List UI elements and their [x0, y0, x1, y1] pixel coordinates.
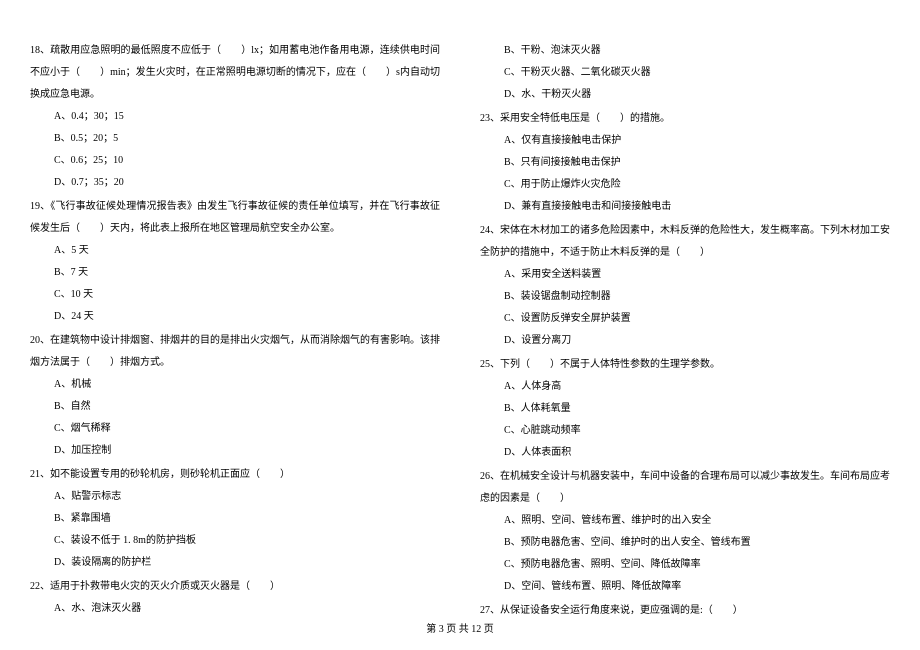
option-23-b: B、只有间接接触电击保护 [504, 152, 890, 174]
question-22-text: 22、适用于扑救带电火灾的灭火介质或灭火器是（ ） [30, 576, 440, 598]
question-25-text: 25、下列（ ）不属于人体特性参数的生理学参数。 [480, 354, 890, 376]
option-22-c: C、干粉灭火器、二氧化碳灭火器 [504, 62, 890, 84]
question-27: 27、从保证设备安全运行角度来说，更应强调的是:（ ） [480, 600, 890, 622]
option-22-d: D、水、干粉灭火器 [504, 84, 890, 106]
option-26-b: B、预防电器危害、空间、维护时的出人安全、管线布置 [504, 532, 890, 554]
option-24-b: B、装设锯盘制动控制器 [504, 286, 890, 308]
option-19-d: D、24 天 [54, 306, 440, 328]
question-23-options: A、仅有直接接触电击保护 B、只有间接接触电击保护 C、用于防止爆炸火灾危险 D… [480, 130, 890, 218]
question-22: 22、适用于扑救带电火灾的灭火介质或灭火器是（ ） A、水、泡沫灭火器 [30, 576, 440, 620]
question-27-text: 27、从保证设备安全运行角度来说，更应强调的是:（ ） [480, 600, 890, 622]
option-19-b: B、7 天 [54, 262, 440, 284]
question-25: 25、下列（ ）不属于人体特性参数的生理学参数。 A、人体身高 B、人体耗氧量 … [480, 354, 890, 464]
question-19-options: A、5 天 B、7 天 C、10 天 D、24 天 [30, 240, 440, 328]
option-25-c: C、心脏跳动频率 [504, 420, 890, 442]
option-21-b: B、紧靠围墙 [54, 508, 440, 530]
option-23-a: A、仅有直接接触电击保护 [504, 130, 890, 152]
question-24-options: A、采用安全送料装置 B、装设锯盘制动控制器 C、设置防反弹安全屏护装置 D、设… [480, 264, 890, 352]
option-24-c: C、设置防反弹安全屏护装置 [504, 308, 890, 330]
option-20-c: C、烟气稀释 [54, 418, 440, 440]
option-26-d: D、空间、管线布置、照明、降低故障率 [504, 576, 890, 598]
option-25-d: D、人体表面积 [504, 442, 890, 464]
question-24-text: 24、宋体在木材加工的诸多危险因素中，木料反弹的危险性大，发生概率高。下列木材加… [480, 220, 890, 264]
question-25-options: A、人体身高 B、人体耗氧量 C、心脏跳动频率 D、人体表面积 [480, 376, 890, 464]
question-26-options: A、照明、空间、管线布置、维护时的出入安全 B、预防电器危害、空间、维护时的出人… [480, 510, 890, 598]
question-19-text: 19、《飞行事故征候处理情况报告表》由发生飞行事故征候的责任单位填写，并在飞行事… [30, 196, 440, 240]
question-18: 18、疏散用应急照明的最低照度不应低于（ ）lx；如用蓄电池作备用电源，连续供电… [30, 40, 440, 194]
option-21-c: C、装设不低于 1. 8m的防护挡板 [54, 530, 440, 552]
left-column: 18、疏散用应急照明的最低照度不应低于（ ）lx；如用蓄电池作备用电源，连续供电… [30, 40, 440, 620]
option-25-b: B、人体耗氧量 [504, 398, 890, 420]
option-21-a: A、贴警示标志 [54, 486, 440, 508]
question-21-text: 21、如不能设置专用的砂轮机房，则砂轮机正面应（ ） [30, 464, 440, 486]
question-22-continued: B、干粉、泡沫灭火器 C、干粉灭火器、二氧化碳灭火器 D、水、干粉灭火器 [480, 40, 890, 106]
question-26: 26、在机械安全设计与机器安装中，车间中设备的合理布局可以减少事故发生。车间布局… [480, 466, 890, 598]
question-18-text: 18、疏散用应急照明的最低照度不应低于（ ）lx；如用蓄电池作备用电源，连续供电… [30, 40, 440, 106]
option-23-c: C、用于防止爆炸火灾危险 [504, 174, 890, 196]
option-19-a: A、5 天 [54, 240, 440, 262]
option-18-a: A、0.4；30；15 [54, 106, 440, 128]
question-20: 20、在建筑物中设计排烟窗、排烟井的目的是排出火灾烟气，从而消除烟气的有害影响。… [30, 330, 440, 462]
option-22-b: B、干粉、泡沫灭火器 [504, 40, 890, 62]
option-18-d: D、0.7；35；20 [54, 172, 440, 194]
question-20-options: A、机械 B、自然 C、烟气稀释 D、加压控制 [30, 374, 440, 462]
option-24-a: A、采用安全送料装置 [504, 264, 890, 286]
option-23-d: D、兼有直接接触电击和间接接触电击 [504, 196, 890, 218]
option-22-a: A、水、泡沫灭火器 [54, 598, 440, 620]
question-26-text: 26、在机械安全设计与机器安装中，车间中设备的合理布局可以减少事故发生。车间布局… [480, 466, 890, 510]
option-18-b: B、0.5；20；5 [54, 128, 440, 150]
option-20-d: D、加压控制 [54, 440, 440, 462]
option-20-a: A、机械 [54, 374, 440, 396]
question-18-options: A、0.4；30；15 B、0.5；20；5 C、0.6；25；10 D、0.7… [30, 106, 440, 194]
question-21: 21、如不能设置专用的砂轮机房，则砂轮机正面应（ ） A、贴警示标志 B、紧靠围… [30, 464, 440, 574]
option-26-a: A、照明、空间、管线布置、维护时的出入安全 [504, 510, 890, 532]
option-24-d: D、设置分离刀 [504, 330, 890, 352]
page-footer: 第 3 页 共 12 页 [0, 620, 920, 635]
option-18-c: C、0.6；25；10 [54, 150, 440, 172]
option-21-d: D、装设隔离的防护栏 [54, 552, 440, 574]
option-25-a: A、人体身高 [504, 376, 890, 398]
question-24: 24、宋体在木材加工的诸多危险因素中，木料反弹的危险性大，发生概率高。下列木材加… [480, 220, 890, 352]
question-19: 19、《飞行事故征候处理情况报告表》由发生飞行事故征候的责任单位填写，并在飞行事… [30, 196, 440, 328]
option-19-c: C、10 天 [54, 284, 440, 306]
question-23-text: 23、采用安全特低电压是（ ）的措施。 [480, 108, 890, 130]
question-22-options-cont: B、干粉、泡沫灭火器 C、干粉灭火器、二氧化碳灭火器 D、水、干粉灭火器 [480, 40, 890, 106]
question-22-options-partial: A、水、泡沫灭火器 [30, 598, 440, 620]
right-column: B、干粉、泡沫灭火器 C、干粉灭火器、二氧化碳灭火器 D、水、干粉灭火器 23、… [480, 40, 890, 620]
question-20-text: 20、在建筑物中设计排烟窗、排烟井的目的是排出火灾烟气，从而消除烟气的有害影响。… [30, 330, 440, 374]
option-26-c: C、预防电器危害、照明、空间、降低故障率 [504, 554, 890, 576]
question-23: 23、采用安全特低电压是（ ）的措施。 A、仅有直接接触电击保护 B、只有间接接… [480, 108, 890, 218]
question-21-options: A、贴警示标志 B、紧靠围墙 C、装设不低于 1. 8m的防护挡板 D、装设隔离… [30, 486, 440, 574]
page-columns: 18、疏散用应急照明的最低照度不应低于（ ）lx；如用蓄电池作备用电源，连续供电… [30, 40, 890, 620]
option-20-b: B、自然 [54, 396, 440, 418]
